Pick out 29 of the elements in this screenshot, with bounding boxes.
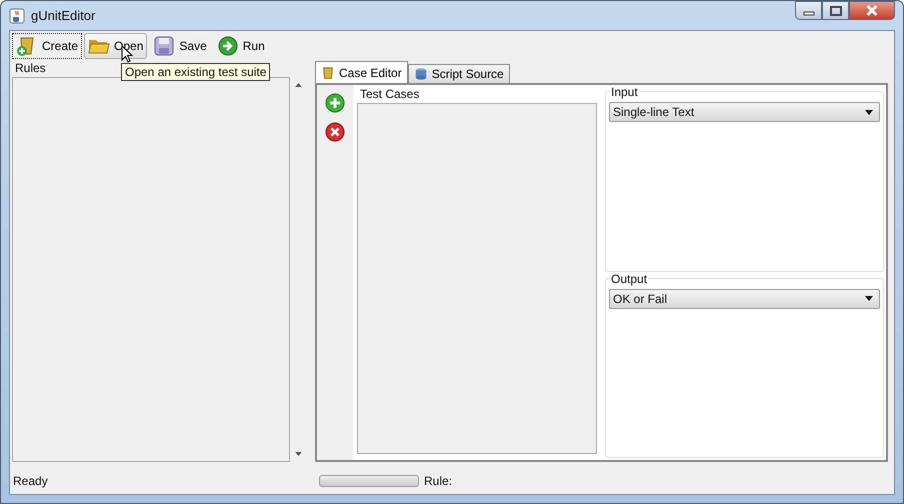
- input-dropdown[interactable]: Single-line Text: [609, 102, 880, 122]
- output-dropdown[interactable]: OK or Fail: [609, 288, 880, 308]
- run-button[interactable]: Run: [212, 33, 269, 59]
- window-title: gUnitEditor: [31, 8, 96, 23]
- maximize-button[interactable]: [822, 1, 849, 20]
- rule-label: Rule:: [424, 474, 452, 488]
- close-button[interactable]: [849, 1, 895, 20]
- create-button[interactable]: Create: [12, 33, 82, 59]
- status-text: Ready: [13, 474, 49, 488]
- add-icon[interactable]: [325, 93, 345, 113]
- tab[interactable]: Script Source: [408, 64, 510, 83]
- scroll-up-icon[interactable]: [295, 83, 302, 87]
- input-label: Input: [610, 85, 639, 99]
- output-label: Output: [610, 272, 648, 286]
- test-cases-label: Test Cases: [359, 87, 420, 103]
- minimize-button[interactable]: [795, 1, 822, 20]
- rules-label: Rules: [14, 61, 47, 77]
- maximize-icon: [830, 6, 842, 16]
- tooltip: Open an existing test suite: [121, 63, 270, 81]
- save-button[interactable]: Save: [149, 33, 211, 59]
- dropdown-arrow-icon: [865, 296, 873, 301]
- arrow-circle-icon: [216, 35, 239, 57]
- tab[interactable]: Case Editor: [315, 61, 408, 83]
- close-icon: [865, 5, 879, 16]
- delete-icon[interactable]: [325, 122, 345, 142]
- dropdown-arrow-icon: [865, 110, 873, 114]
- coffee-cup-icon: [9, 8, 25, 24]
- scroll-down-icon[interactable]: [295, 452, 302, 456]
- database-icon: [414, 67, 428, 81]
